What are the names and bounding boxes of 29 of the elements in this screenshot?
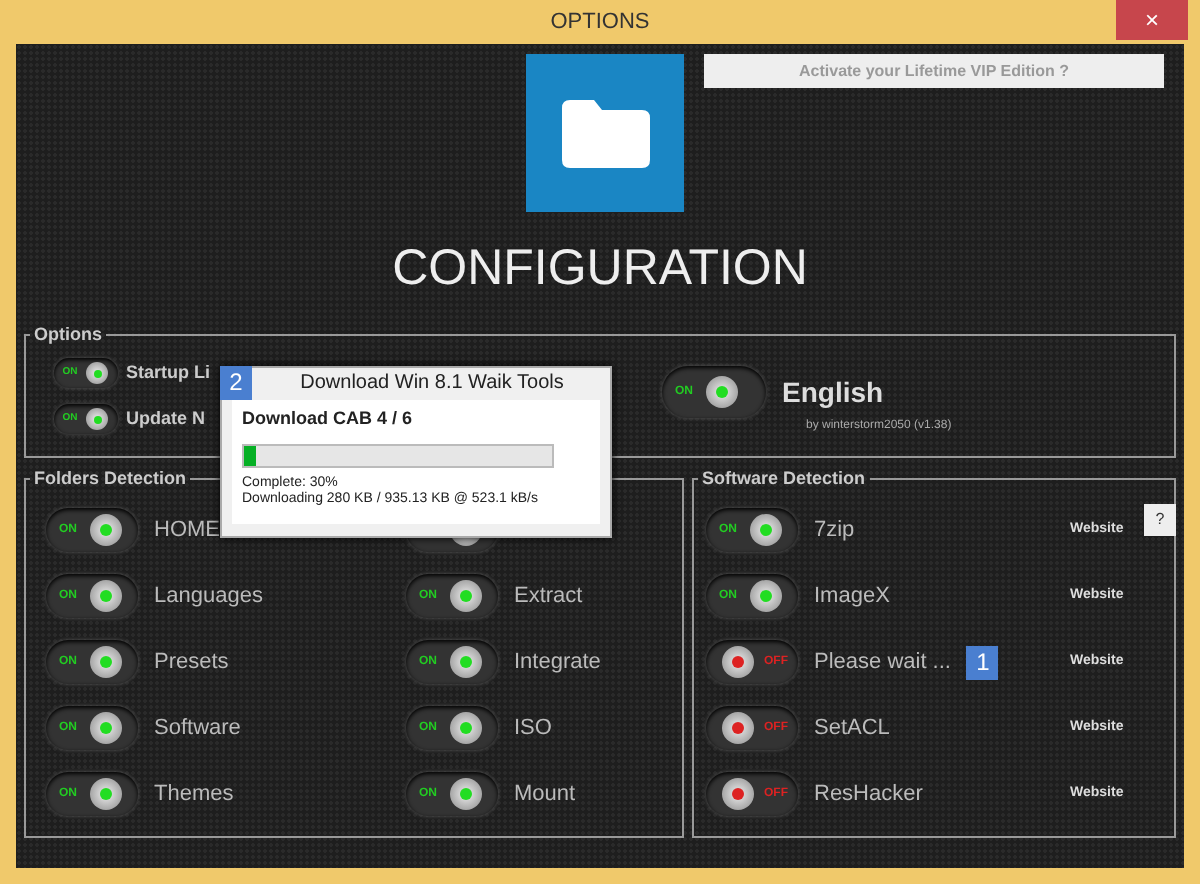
folders-legend: Folders Detection: [30, 466, 191, 490]
help-button[interactable]: ?: [1144, 504, 1176, 536]
option-label: Update N: [126, 405, 206, 432]
software-label: SetACL: [814, 713, 890, 744]
step-badge: 2: [220, 366, 252, 400]
page-heading: CONFIGURATION: [390, 238, 810, 298]
folder-label: Integrate: [514, 647, 601, 678]
folder-label: Presets: [154, 647, 229, 678]
option-label: Startup Li: [126, 359, 210, 386]
software-label: ResHacker: [814, 779, 923, 810]
folder-label: Mount: [514, 779, 576, 810]
folder-label: ISO: [514, 713, 552, 744]
close-button[interactable]: ×: [1116, 0, 1188, 40]
download-heading: Download CAB 4 / 6: [242, 406, 415, 432]
folder-icon: [526, 54, 684, 212]
folder-label: Languages: [154, 581, 263, 612]
folder-label: Themes: [154, 779, 234, 810]
software-label: Please wait ...: [814, 647, 951, 678]
software-legend: Software Detection: [698, 466, 870, 490]
software-label: ImageX: [814, 581, 890, 612]
dialog-title: Download Win 8.1 Waik Tools: [298, 370, 566, 398]
folder-label: HOME: [154, 515, 220, 546]
software-label: 7zip: [814, 515, 855, 546]
options-legend: Options: [30, 322, 106, 346]
window-title: OPTIONS: [550, 8, 650, 38]
language-label: English: [782, 373, 884, 412]
folder-label: Software: [154, 713, 241, 744]
step-badge: 1: [966, 645, 999, 679]
folder-label: Extract: [514, 581, 583, 612]
